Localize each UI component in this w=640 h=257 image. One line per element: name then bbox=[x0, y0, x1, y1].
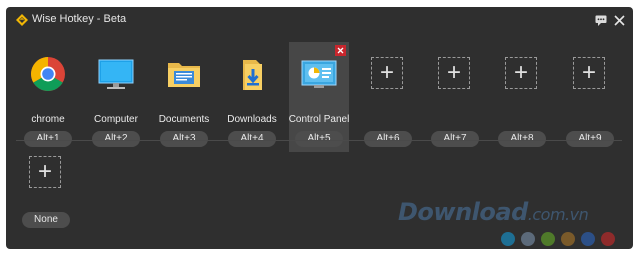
watermark-dot bbox=[581, 232, 595, 246]
tile-label: Control Panel bbox=[288, 114, 350, 125]
add-hotkey-button[interactable]: + bbox=[29, 156, 61, 188]
hotkey-tile-documents[interactable]: Documents Alt+3 bbox=[154, 42, 214, 152]
add-hotkey-button[interactable]: + bbox=[438, 57, 470, 89]
hotkey-badge[interactable]: Alt+5 bbox=[295, 131, 343, 147]
control-panel-icon bbox=[301, 60, 337, 88]
hotkey-tile-empty[interactable]: + Alt+9 bbox=[560, 42, 620, 152]
remove-hotkey-button[interactable] bbox=[335, 45, 346, 56]
hotkey-badge[interactable]: Alt+6 bbox=[364, 131, 412, 147]
watermark: Download.com.vn bbox=[398, 198, 589, 226]
hotkey-badge[interactable]: None bbox=[22, 212, 70, 228]
watermark-dot bbox=[541, 232, 555, 246]
watermark-dot bbox=[601, 232, 615, 246]
close-button[interactable] bbox=[611, 12, 627, 28]
window-title: Wise Hotkey - Beta bbox=[32, 13, 127, 25]
hotkey-tile-downloads[interactable]: Downloads Alt+4 bbox=[222, 42, 282, 152]
tile-label: chrome bbox=[31, 114, 65, 125]
downloads-folder-icon bbox=[243, 60, 262, 90]
feedback-button[interactable] bbox=[593, 12, 609, 28]
feedback-icon bbox=[595, 15, 607, 26]
watermark-dot bbox=[561, 232, 575, 246]
watermark-dot bbox=[521, 232, 535, 246]
hotkey-badge[interactable]: Alt+8 bbox=[498, 131, 546, 147]
watermark-brand: Download bbox=[398, 198, 528, 226]
add-hotkey-button[interactable]: + bbox=[371, 57, 403, 89]
hotkey-tile-computer[interactable]: Computer Alt+2 bbox=[86, 42, 146, 152]
hotkey-tile-empty[interactable]: + Alt+8 bbox=[492, 42, 552, 152]
hotkey-tile-empty[interactable]: + Alt+7 bbox=[425, 42, 485, 152]
hotkey-tile-empty[interactable]: + None bbox=[16, 141, 76, 249]
add-hotkey-button[interactable]: + bbox=[573, 57, 605, 89]
title-bar[interactable]: Wise Hotkey - Beta bbox=[6, 7, 633, 33]
watermark-dots bbox=[501, 232, 615, 246]
hotkey-tile-chrome[interactable]: chrome Alt+1 bbox=[18, 42, 78, 152]
hotkey-badge[interactable]: Alt+3 bbox=[160, 131, 208, 147]
hotkey-badge[interactable]: Alt+2 bbox=[92, 131, 140, 147]
add-hotkey-button[interactable]: + bbox=[505, 57, 537, 89]
hotkey-badge[interactable]: Alt+7 bbox=[431, 131, 479, 147]
hotkey-tile-empty[interactable]: + Alt+6 bbox=[358, 42, 418, 152]
hotkey-badge[interactable]: Alt+4 bbox=[228, 131, 276, 147]
chrome-icon bbox=[31, 57, 65, 91]
watermark-domain: .com.vn bbox=[527, 205, 589, 224]
tile-label: Documents bbox=[158, 114, 210, 125]
computer-monitor-icon bbox=[98, 59, 134, 89]
hotkey-badge[interactable]: Alt+9 bbox=[566, 131, 614, 147]
close-icon bbox=[613, 14, 625, 26]
app-window: Wise Hotkey - Beta chrome Alt+1 Computer… bbox=[6, 7, 633, 249]
close-icon bbox=[337, 47, 344, 54]
app-logo-icon bbox=[16, 14, 28, 26]
tile-label: Downloads bbox=[227, 114, 277, 125]
hotkey-tile-control-panel[interactable]: Control Panel Alt+5 bbox=[289, 42, 349, 152]
tile-label: Computer bbox=[94, 114, 138, 125]
watermark-dot bbox=[501, 232, 515, 246]
documents-folder-icon bbox=[168, 63, 200, 87]
row-divider bbox=[16, 140, 622, 141]
